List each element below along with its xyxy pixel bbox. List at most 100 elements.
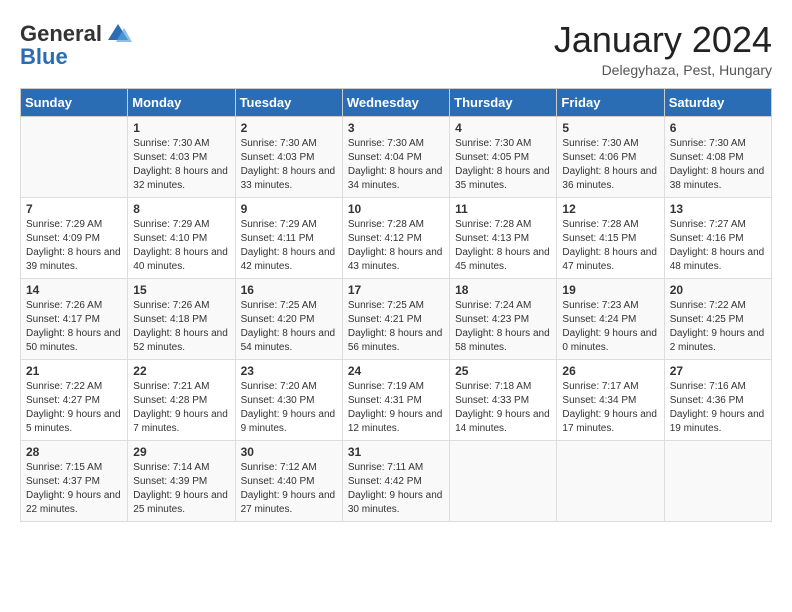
day-info: Sunrise: 7:15 AMSunset: 4:37 PMDaylight:… <box>26 461 122 517</box>
calendar-cell: 27Sunrise: 7:16 AMSunset: 4:36 PMDayligh… <box>664 359 771 440</box>
calendar-cell: 1 Sunrise: 7:30 AMSunset: 4:03 PMDaylight… <box>128 116 235 197</box>
day-info: Sunrise: 7:16 AMSunset: 4:36 PMDaylight:… <box>670 380 766 436</box>
day-info: Sunrise: 7:30 AMSunset: 4:05 PMDaylight:… <box>455 137 551 193</box>
day-info: Sunrise: 7:23 AMSunset: 4:24 PMDaylight:… <box>562 299 658 355</box>
calendar-table: SundayMondayTuesdayWednesdayThursdayFrid… <box>20 88 772 522</box>
logo: General Blue <box>20 20 132 70</box>
day-number: 24 <box>348 364 444 378</box>
day-number: 14 <box>26 283 122 297</box>
day-info: Sunrise: 7:26 AMSunset: 4:18 PMDaylight:… <box>133 299 229 355</box>
day-info: Sunrise: 7:30 AMSunset: 4:03 PMDaylight:… <box>241 137 337 193</box>
calendar-cell: 23 Sunrise: 7:20 AMSunset: 4:30 PMDayligh… <box>235 359 342 440</box>
calendar-cell: 31 Sunrise: 7:11 AMSunset: 4:42 PMDayligh… <box>342 440 449 521</box>
day-number: 28 <box>26 445 122 459</box>
day-info: Sunrise: 7:25 AMSunset: 4:21 PMDaylight:… <box>348 299 444 355</box>
day-number: 1 <box>133 121 229 135</box>
day-info: Sunrise: 7:30 AMSunset: 4:03 PMDaylight:… <box>133 137 229 193</box>
day-number: 11 <box>455 202 551 216</box>
calendar-cell: 3 Sunrise: 7:30 AMSunset: 4:04 PMDaylight… <box>342 116 449 197</box>
calendar-cell: 17 Sunrise: 7:25 AMSunset: 4:21 PMDayligh… <box>342 278 449 359</box>
day-info: Sunrise: 7:28 AMSunset: 4:12 PMDaylight:… <box>348 218 444 274</box>
calendar-cell <box>21 116 128 197</box>
header-sunday: Sunday <box>21 88 128 116</box>
day-number: 26 <box>562 364 658 378</box>
day-info: Sunrise: 7:11 AMSunset: 4:42 PMDaylight:… <box>348 461 444 517</box>
day-number: 29 <box>133 445 229 459</box>
day-number: 19 <box>562 283 658 297</box>
day-info: Sunrise: 7:28 AMSunset: 4:15 PMDaylight:… <box>562 218 658 274</box>
calendar-cell: 12Sunrise: 7:28 AMSunset: 4:15 PMDayligh… <box>557 197 664 278</box>
header-monday: Monday <box>128 88 235 116</box>
day-number: 22 <box>133 364 229 378</box>
day-info: Sunrise: 7:12 AMSunset: 4:40 PMDaylight:… <box>241 461 337 517</box>
calendar-cell: 16Sunrise: 7:25 AMSunset: 4:20 PMDayligh… <box>235 278 342 359</box>
month-title: January 2024 <box>554 20 772 60</box>
header-thursday: Thursday <box>450 88 557 116</box>
day-info: Sunrise: 7:30 AMSunset: 4:08 PMDaylight:… <box>670 137 766 193</box>
day-info: Sunrise: 7:29 AMSunset: 4:10 PMDaylight:… <box>133 218 229 274</box>
calendar-cell <box>557 440 664 521</box>
day-info: Sunrise: 7:29 AMSunset: 4:11 PMDaylight:… <box>241 218 337 274</box>
calendar-cell: 4 Sunrise: 7:30 AMSunset: 4:05 PMDaylight… <box>450 116 557 197</box>
day-info: Sunrise: 7:22 AMSunset: 4:27 PMDaylight:… <box>26 380 122 436</box>
calendar-cell: 14 Sunrise: 7:26 AMSunset: 4:17 PMDayligh… <box>21 278 128 359</box>
day-number: 31 <box>348 445 444 459</box>
calendar-cell: 2 Sunrise: 7:30 AMSunset: 4:03 PMDaylight… <box>235 116 342 197</box>
header-tuesday: Tuesday <box>235 88 342 116</box>
calendar-cell: 29 Sunrise: 7:14 AMSunset: 4:39 PMDayligh… <box>128 440 235 521</box>
calendar-cell: 10 Sunrise: 7:28 AMSunset: 4:12 PMDayligh… <box>342 197 449 278</box>
calendar-week-4: 21 Sunrise: 7:22 AMSunset: 4:27 PMDayligh… <box>21 359 772 440</box>
calendar-cell: 25 Sunrise: 7:18 AMSunset: 4:33 PMDayligh… <box>450 359 557 440</box>
day-info: Sunrise: 7:24 AMSunset: 4:23 PMDaylight:… <box>455 299 551 355</box>
calendar-cell: 11Sunrise: 7:28 AMSunset: 4:13 PMDayligh… <box>450 197 557 278</box>
day-number: 25 <box>455 364 551 378</box>
day-number: 16 <box>241 283 337 297</box>
day-number: 6 <box>670 121 766 135</box>
calendar-week-2: 7 Sunrise: 7:29 AMSunset: 4:09 PMDaylight… <box>21 197 772 278</box>
title-section: January 2024 Delegyhaza, Pest, Hungary <box>554 20 772 78</box>
day-info: Sunrise: 7:20 AMSunset: 4:30 PMDaylight:… <box>241 380 337 436</box>
day-info: Sunrise: 7:26 AMSunset: 4:17 PMDaylight:… <box>26 299 122 355</box>
logo-icon <box>104 20 132 48</box>
day-number: 10 <box>348 202 444 216</box>
day-number: 17 <box>348 283 444 297</box>
location: Delegyhaza, Pest, Hungary <box>554 62 772 78</box>
day-number: 7 <box>26 202 122 216</box>
calendar-cell: 28 Sunrise: 7:15 AMSunset: 4:37 PMDayligh… <box>21 440 128 521</box>
calendar-cell: 30Sunrise: 7:12 AMSunset: 4:40 PMDayligh… <box>235 440 342 521</box>
calendar-cell <box>450 440 557 521</box>
calendar-cell: 15 Sunrise: 7:26 AMSunset: 4:18 PMDayligh… <box>128 278 235 359</box>
day-info: Sunrise: 7:14 AMSunset: 4:39 PMDaylight:… <box>133 461 229 517</box>
calendar-cell: 9 Sunrise: 7:29 AMSunset: 4:11 PMDaylight… <box>235 197 342 278</box>
calendar-cell: 7 Sunrise: 7:29 AMSunset: 4:09 PMDaylight… <box>21 197 128 278</box>
calendar-week-3: 14 Sunrise: 7:26 AMSunset: 4:17 PMDayligh… <box>21 278 772 359</box>
day-info: Sunrise: 7:21 AMSunset: 4:28 PMDaylight:… <box>133 380 229 436</box>
calendar-cell: 21 Sunrise: 7:22 AMSunset: 4:27 PMDayligh… <box>21 359 128 440</box>
calendar-cell: 8Sunrise: 7:29 AMSunset: 4:10 PMDaylight… <box>128 197 235 278</box>
day-number: 3 <box>348 121 444 135</box>
calendar-cell: 20Sunrise: 7:22 AMSunset: 4:25 PMDayligh… <box>664 278 771 359</box>
day-info: Sunrise: 7:29 AMSunset: 4:09 PMDaylight:… <box>26 218 122 274</box>
calendar-header-row: SundayMondayTuesdayWednesdayThursdayFrid… <box>21 88 772 116</box>
calendar-cell: 26Sunrise: 7:17 AMSunset: 4:34 PMDayligh… <box>557 359 664 440</box>
day-number: 21 <box>26 364 122 378</box>
day-number: 4 <box>455 121 551 135</box>
day-info: Sunrise: 7:30 AMSunset: 4:06 PMDaylight:… <box>562 137 658 193</box>
day-info: Sunrise: 7:19 AMSunset: 4:31 PMDaylight:… <box>348 380 444 436</box>
calendar-week-1: 1 Sunrise: 7:30 AMSunset: 4:03 PMDaylight… <box>21 116 772 197</box>
day-number: 9 <box>241 202 337 216</box>
calendar-cell: 13Sunrise: 7:27 AMSunset: 4:16 PMDayligh… <box>664 197 771 278</box>
header-friday: Friday <box>557 88 664 116</box>
day-number: 23 <box>241 364 337 378</box>
day-number: 15 <box>133 283 229 297</box>
calendar-cell: 24 Sunrise: 7:19 AMSunset: 4:31 PMDayligh… <box>342 359 449 440</box>
logo-blue: Blue <box>20 44 68 70</box>
calendar-week-5: 28 Sunrise: 7:15 AMSunset: 4:37 PMDayligh… <box>21 440 772 521</box>
calendar-cell: 19 Sunrise: 7:23 AMSunset: 4:24 PMDayligh… <box>557 278 664 359</box>
calendar-cell: 22 Sunrise: 7:21 AMSunset: 4:28 PMDayligh… <box>128 359 235 440</box>
day-info: Sunrise: 7:30 AMSunset: 4:04 PMDaylight:… <box>348 137 444 193</box>
day-number: 2 <box>241 121 337 135</box>
day-number: 5 <box>562 121 658 135</box>
calendar-cell: 5 Sunrise: 7:30 AMSunset: 4:06 PMDaylight… <box>557 116 664 197</box>
day-info: Sunrise: 7:18 AMSunset: 4:33 PMDaylight:… <box>455 380 551 436</box>
